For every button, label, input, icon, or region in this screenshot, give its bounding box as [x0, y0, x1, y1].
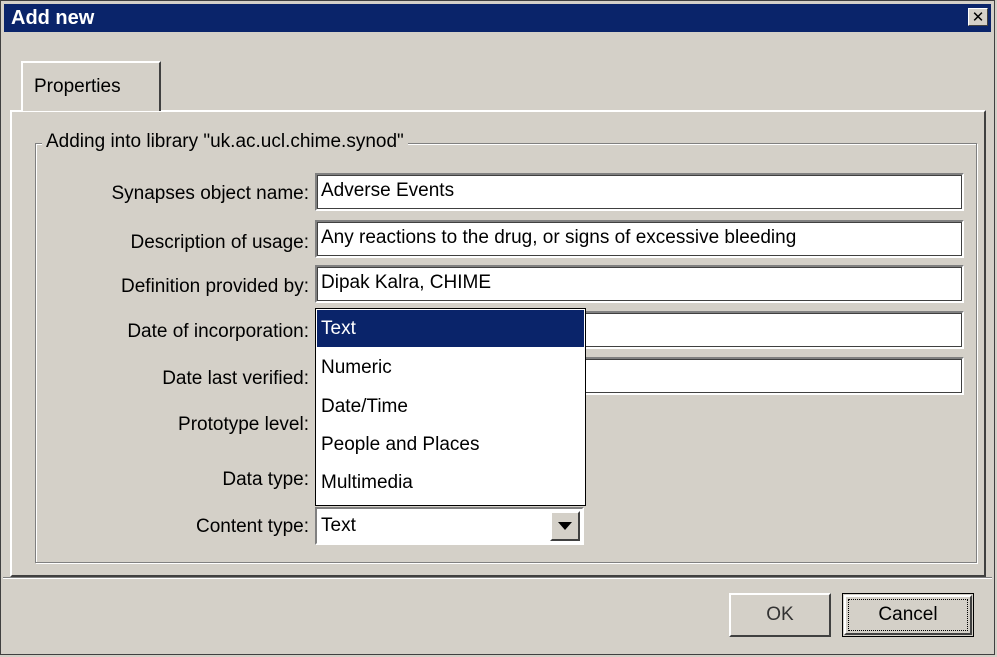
description-label: Description of usage: [130, 232, 310, 253]
object-name-label: Synapses object name: [111, 183, 309, 204]
content-type-value: Text [321, 515, 356, 536]
dropdown-option-numeric[interactable]: Numeric [317, 349, 584, 386]
data-type-label: Data type: [222, 469, 309, 490]
dropdown-option-datetime[interactable]: Date/Time [317, 388, 584, 425]
description-input[interactable]: Any reactions to the drug, or signs of e… [315, 220, 964, 258]
cancel-button-label: Cancel [848, 599, 968, 631]
close-icon: ✕ [971, 8, 985, 26]
footer-separator-highlight [3, 578, 992, 579]
close-button[interactable]: ✕ [968, 8, 988, 26]
tab-properties[interactable]: Properties [21, 61, 161, 111]
date-incorporation-label: Date of incorporation: [127, 321, 309, 342]
content-type-dropdown-button[interactable] [550, 511, 580, 541]
content-type-select[interactable]: Text [315, 507, 584, 545]
cancel-button[interactable]: Cancel [842, 593, 974, 637]
tab-properties-label: Properties [34, 76, 121, 97]
ok-button[interactable]: OK [729, 593, 831, 637]
date-verified-label: Date last verified: [162, 368, 309, 389]
content-type-label: Content type: [195, 516, 309, 537]
dropdown-option-text[interactable]: Text [317, 310, 584, 347]
data-type-dropdown-list[interactable]: Text Numeric Date/Time People and Places… [315, 308, 586, 506]
dialog-title: Add new [11, 7, 95, 29]
title-bar[interactable]: Add new ✕ [4, 4, 991, 32]
definition-label: Definition provided by: [121, 276, 309, 297]
chevron-down-icon [558, 522, 572, 530]
dropdown-option-people-places[interactable]: People and Places [317, 426, 584, 463]
object-name-input[interactable]: Adverse Events [315, 173, 964, 211]
dropdown-option-multimedia[interactable]: Multimedia [317, 464, 584, 501]
groupbox-legend: Adding into library "uk.ac.ucl.chime.syn… [42, 131, 408, 153]
prototype-level-label: Prototype level: [178, 414, 309, 435]
definition-input[interactable]: Dipak Kalra, CHIME [315, 265, 964, 303]
